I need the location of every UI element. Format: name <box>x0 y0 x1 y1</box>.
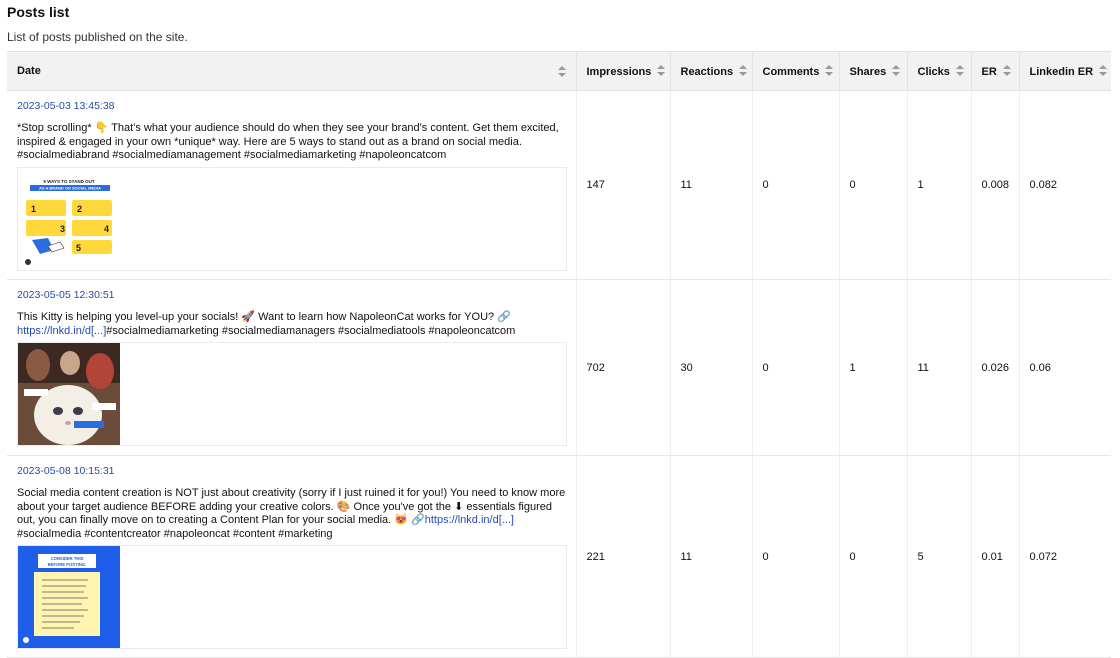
impressions-cell: 147 <box>576 90 671 280</box>
column-header-impressions[interactable]: Impressions <box>576 51 671 91</box>
reactions-cell: 30 <box>670 279 753 456</box>
er-cell: 0.01 <box>971 455 1020 658</box>
shares-cell: 1 <box>839 279 908 456</box>
page-header: Posts list List of posts published on th… <box>7 4 188 44</box>
post-cell: 2023-05-05 12:30:51 This Kitty is helpin… <box>7 279 577 456</box>
svg-text:4: 4 <box>104 224 109 234</box>
post-date[interactable]: 2023-05-05 12:30:51 <box>17 289 566 302</box>
sort-icon[interactable] <box>557 65 566 77</box>
column-header-linkedin-er[interactable]: Linkedin ER <box>1019 51 1111 91</box>
sort-icon[interactable] <box>892 64 901 76</box>
svg-text:2: 2 <box>77 204 82 214</box>
table-row: 2023-05-08 10:15:31 Social media content… <box>7 455 1111 658</box>
svg-text:AS A BRAND ON SOCIAL MEDIA: AS A BRAND ON SOCIAL MEDIA <box>39 185 101 190</box>
svg-text:CONSIDER THIS: CONSIDER THIS <box>51 556 84 561</box>
cat-photo-thumbnail[interactable] <box>18 343 120 445</box>
post-date[interactable]: 2023-05-03 13:45:38 <box>17 100 566 113</box>
sort-icon[interactable] <box>955 64 964 76</box>
shares-cell: 0 <box>839 90 908 280</box>
sort-icon[interactable] <box>1002 64 1011 76</box>
shares-cell: 0 <box>839 455 908 658</box>
reactions-cell: 11 <box>670 90 753 280</box>
post-link[interactable]: https://lnkd.in/d[...] <box>17 325 106 337</box>
comments-cell: 0 <box>752 90 840 280</box>
post-preview: 5 WAYS TO STAND OUT AS A BRAND ON SOCIAL… <box>17 166 567 271</box>
table-row: 2023-05-03 13:45:38 *Stop scrolling* 👇 T… <box>7 90 1111 280</box>
linkedin-er-cell: 0.06 <box>1019 279 1111 456</box>
clicks-cell: 11 <box>907 279 972 456</box>
post-preview <box>17 342 567 446</box>
linkedin-er-cell: 0.072 <box>1019 455 1111 658</box>
column-header-er[interactable]: ER <box>971 51 1020 91</box>
post-date[interactable]: 2023-05-08 10:15:31 <box>17 465 566 478</box>
page-title: Posts list <box>7 4 70 20</box>
page-subtitle: List of posts published on the site. <box>7 30 188 44</box>
post-cell: 2023-05-08 10:15:31 Social media content… <box>7 455 577 658</box>
svg-text:5 WAYS TO STAND OUT: 5 WAYS TO STAND OUT <box>43 179 94 184</box>
impressions-cell: 221 <box>576 455 671 658</box>
sort-icon[interactable] <box>825 64 834 76</box>
column-header-clicks[interactable]: Clicks <box>907 51 972 91</box>
reactions-cell: 11 <box>670 455 753 658</box>
svg-text:1: 1 <box>31 204 36 214</box>
post-link[interactable]: https://lnkd.in/d[...] <box>425 514 514 526</box>
svg-text:5: 5 <box>76 243 81 253</box>
post-text: Social media content creation is NOT jus… <box>17 487 566 540</box>
post-text: *Stop scrolling* 👇 That's what your audi… <box>17 122 559 161</box>
comments-cell: 0 <box>752 279 840 456</box>
svg-text:3: 3 <box>60 224 65 234</box>
linkedin-er-cell: 0.082 <box>1019 90 1111 280</box>
er-cell: 0.008 <box>971 90 1020 280</box>
infographic-thumbnail[interactable]: 5 WAYS TO STAND OUT AS A BRAND ON SOCIAL… <box>18 167 120 270</box>
clicks-cell: 1 <box>907 90 972 280</box>
posts-table: Date Impressions Reactions Comments Shar… <box>7 51 1111 658</box>
post-cell: 2023-05-03 13:45:38 *Stop scrolling* 👇 T… <box>7 90 577 280</box>
column-header-reactions[interactable]: Reactions <box>670 51 753 91</box>
sort-icon[interactable] <box>739 64 748 76</box>
svg-text:BEFORE POSTING:: BEFORE POSTING: <box>48 562 87 567</box>
table-header-row: Date Impressions Reactions Comments Shar… <box>7 51 1111 91</box>
comments-cell: 0 <box>752 455 840 658</box>
post-text: This Kitty is helping you level-up your … <box>17 311 516 337</box>
checklist-thumbnail[interactable]: CONSIDER THIS BEFORE POSTING: <box>18 546 120 648</box>
column-header-comments[interactable]: Comments <box>752 51 840 91</box>
sort-icon[interactable] <box>1099 64 1108 76</box>
post-preview: CONSIDER THIS BEFORE POSTING: <box>17 545 567 649</box>
sort-icon[interactable] <box>657 64 666 76</box>
er-cell: 0.026 <box>971 279 1020 456</box>
impressions-cell: 702 <box>576 279 671 456</box>
table-row: 2023-05-05 12:30:51 This Kitty is helpin… <box>7 279 1111 456</box>
clicks-cell: 5 <box>907 455 972 658</box>
column-header-date[interactable]: Date <box>7 51 577 91</box>
column-header-shares[interactable]: Shares <box>839 51 908 91</box>
